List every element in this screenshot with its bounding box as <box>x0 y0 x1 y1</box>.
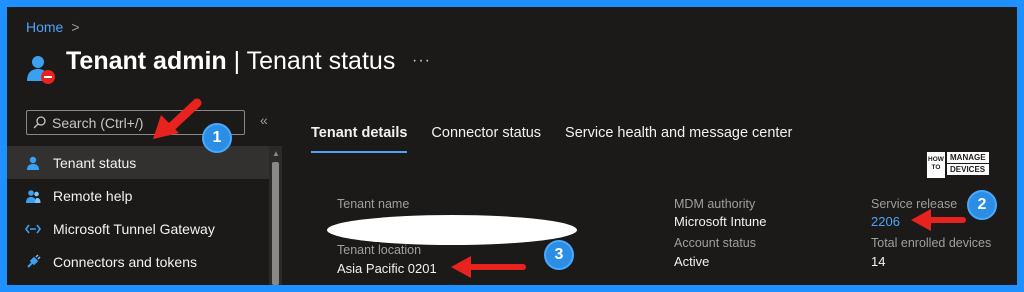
chevron-right-icon: > <box>71 19 80 35</box>
sidebar-item-label: Connectors and tokens <box>53 253 197 270</box>
more-options-button[interactable]: ··· <box>412 52 431 70</box>
annotation-badge-1: 1 <box>202 123 232 153</box>
tab-bar: Tenant details Connector status Service … <box>311 125 792 153</box>
search-placeholder: Search (Ctrl+/) <box>52 114 144 131</box>
tenant-name-redacted <box>327 215 577 245</box>
tab-tenant-details[interactable]: Tenant details <box>311 125 408 153</box>
annotation-badge-3: 3 <box>544 240 574 270</box>
breadcrumb-home-link[interactable]: Home <box>26 19 63 35</box>
breadcrumb: Home > <box>26 19 80 35</box>
howtomanagedevices-logo: HOW TO MANAGE DEVICES <box>927 152 989 178</box>
account-status-label: Account status <box>674 236 756 250</box>
total-enrolled-label: Total enrolled devices <box>871 236 992 250</box>
sidebar-item-remote-help[interactable]: Remote help <box>7 179 269 212</box>
sidebar-item-connectors-and-tokens[interactable]: Connectors and tokens <box>7 245 269 278</box>
person-icon <box>27 156 39 170</box>
page-title-sub: Tenant status <box>246 47 396 75</box>
total-enrolled-value: 14 <box>871 254 886 269</box>
service-release-link[interactable]: 2206 <box>871 214 900 229</box>
tunnel-icon <box>25 224 41 233</box>
annotation-arrow-2 <box>911 209 966 231</box>
plug-icon <box>27 253 41 268</box>
mdm-authority-label: MDM authority <box>674 197 756 211</box>
sidebar-item-microsoft-tunnel-gateway[interactable]: Microsoft Tunnel Gateway <box>7 212 269 245</box>
collapse-sidebar-button[interactable]: « <box>260 112 268 128</box>
tenant-location-label: Tenant location <box>337 243 422 257</box>
account-status-value: Active <box>674 254 710 269</box>
scroll-up-icon[interactable]: ▲ <box>272 149 280 158</box>
annotation-badge-2: 2 <box>967 190 997 220</box>
sidebar-item-label: Remote help <box>53 187 133 204</box>
mdm-authority-value: Microsoft Intune <box>674 214 767 229</box>
tenant-admin-icon <box>27 56 55 84</box>
tenant-location-value: Asia Pacific 0201 <box>337 261 437 276</box>
scrollbar-thumb[interactable] <box>272 162 279 285</box>
sidebar-item-label: Microsoft Tunnel Gateway <box>53 220 215 237</box>
page-title: Tenant admin | Tenant status <box>66 47 395 76</box>
sidebar-item-tenant-status[interactable]: Tenant status <box>7 146 269 179</box>
annotation-arrow-1 <box>153 98 202 139</box>
page-title-separator: | <box>226 47 247 75</box>
logo-devices: DEVICES <box>947 164 989 175</box>
tenant-name-label: Tenant name <box>337 197 410 211</box>
portal-frame: Home > Tenant admin | Tenant status ··· … <box>7 7 1017 285</box>
logo-manage: MANAGE <box>947 152 989 163</box>
people-icon <box>26 189 41 203</box>
logo-how-to: HOW TO <box>927 152 945 178</box>
tab-service-health[interactable]: Service health and message center <box>565 125 792 153</box>
sidebar-scrollbar[interactable]: ▲ <box>269 146 282 285</box>
sidebar: Tenant status Remote help Microsoft Tunn… <box>7 146 282 278</box>
annotation-arrow-3 <box>451 256 526 278</box>
search-icon <box>33 116 46 129</box>
page-title-main: Tenant admin <box>66 47 227 75</box>
sidebar-item-label: Tenant status <box>53 154 137 171</box>
tab-connector-status[interactable]: Connector status <box>431 125 541 153</box>
